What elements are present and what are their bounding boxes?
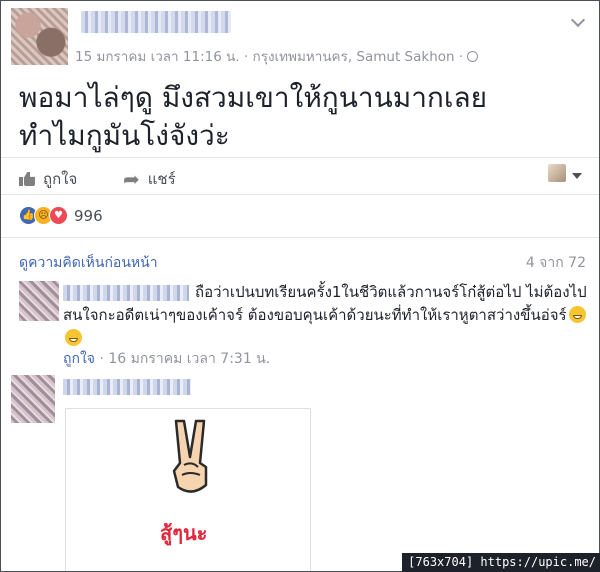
post-body: พอมาไล่ๆดู มึงสวมเขาให้กูนานมากเลย ทำไมก… [19, 79, 589, 155]
divider [1, 237, 599, 238]
post-card: 15 มกราคม เวลา 11:16 น. · กรุงเทพมหานคร,… [0, 0, 600, 572]
share-arrow-icon: ➦ [123, 167, 140, 191]
reactions-summary[interactable]: 👍 ☹ ♥ 996 [19, 206, 103, 225]
comment-like-link[interactable]: ถูกใจ [63, 351, 95, 367]
sticker-attachment[interactable]: สู้ๆนะ [65, 408, 311, 571]
comment-meta: ถูกใจ · 16 มกราคม เวลา 7:31 น. [63, 348, 270, 370]
divider [1, 194, 599, 195]
chevron-down-icon[interactable] [570, 12, 586, 28]
comment-author-blurred[interactable] [63, 379, 191, 395]
grin-emoji-icon [65, 329, 82, 346]
like-label: ถูกใจ [43, 170, 78, 188]
post-meta: 15 มกราคม เวลา 11:16 น. · กรุงเทพมหานคร,… [75, 45, 479, 67]
comment-timestamp[interactable]: 16 มกราคม เวลา 7:31 น. [108, 351, 270, 367]
sticker-text: สู้ๆนะ [160, 521, 208, 545]
caret-down-icon[interactable] [572, 173, 582, 179]
globe-icon [467, 51, 479, 62]
author-avatar[interactable] [11, 8, 68, 65]
share-button[interactable]: ➦ แชร์ [123, 167, 176, 191]
comment-avatar[interactable] [19, 281, 59, 321]
view-previous-comments-link[interactable]: ดูความคิดเห็นก่อนหน้า [19, 252, 158, 274]
comment-body: ถือว่าเปนบทเรียนครั้ง1ในชีวิตแล้วกานจร์โ… [63, 283, 587, 324]
share-label: แชร์ [147, 170, 176, 188]
reaction-count: 996 [74, 206, 103, 225]
grin-emoji-icon [568, 306, 586, 323]
comment-count: 4 จาก 72 [525, 255, 586, 271]
divider [1, 157, 599, 158]
love-icon: ♥ [49, 206, 68, 225]
thumbs-up-icon [19, 172, 35, 186]
victory-hand-icon [172, 419, 208, 493]
author-name-blurred[interactable] [81, 11, 231, 33]
post-text-line: พอมาไล่ๆดู มึงสวมเขาให้กูนานมากเลย [19, 81, 488, 114]
comment-avatar[interactable] [11, 375, 55, 423]
post-meta-text[interactable]: 15 มกราคม เวลา 11:16 น. · กรุงเทพมหานคร,… [75, 49, 463, 65]
comment-text: ถือว่าเปนบทเรียนครั้ง1ในชีวิตแล้วกานจร์โ… [63, 281, 588, 350]
viewer-avatar[interactable] [548, 164, 566, 182]
watermark: [763x704] https://upic.me/ [402, 553, 600, 572]
like-button[interactable]: ถูกใจ [19, 167, 77, 191]
post-text-line: ทำไมกูมันโง่จังว่ะ [19, 119, 230, 152]
